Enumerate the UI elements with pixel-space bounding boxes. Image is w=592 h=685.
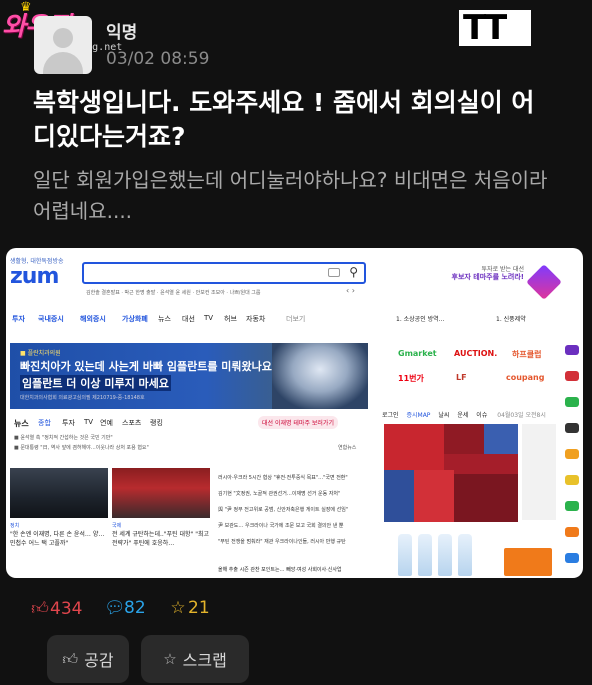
news-caption: 전 세계 규탄하는데.."푸틴 대항" "최고 전략가" 푸틴에 호응하… (112, 531, 210, 547)
stock-tab: 증시MAP (406, 412, 431, 419)
news-list-item: 김기현 "文정권, 노골적 관권선거…이재명 선거 운동 자처" (218, 491, 341, 497)
nav-item: 허브 (224, 315, 237, 323)
market-link: AUCTION. (454, 349, 498, 358)
avatar-head (53, 28, 73, 48)
news-category: 국제 (112, 523, 122, 529)
nav-item: 가상화폐 (122, 315, 148, 323)
news-tab: 스포츠 (122, 419, 142, 427)
news-pill: 대선 이재명 테마주 보러가기 (258, 416, 338, 429)
zum-promo: 투자로 받는 대선 후보자 테마주를 노려라! (418, 260, 568, 304)
news-source: 연합뉴스 (338, 445, 357, 451)
scrap-button-label: 스크랩 (182, 651, 227, 670)
nav-item: 해외증시 (80, 315, 106, 323)
post-date: 03/02 08:59 (106, 49, 210, 69)
news-caption: "한 손엔 이재명, 다른 손 윤석… 양… 민첩수 어느 택 고플까" (10, 531, 105, 547)
news-photo-2 (112, 468, 210, 518)
stock-tab: 이슈 (476, 412, 488, 419)
stock-tabs: 로그인 증시MAP 날씨 운세 이슈 04월03일 오전8시 (382, 410, 546, 419)
banner-line1: 빠진치아가 있는데 사는게 바빠 임플란트를 미뤄왔나요? (20, 360, 279, 373)
brand-logo: TT (459, 8, 531, 48)
comment-count: 82 (124, 598, 146, 618)
thumbs-up-icon: 👍︎ (31, 599, 49, 619)
attached-screenshot[interactable]: 생활형, 대한독점방송 zum ⚲ 김한솔 결혼발표 · 박근 한명 출발 · … (6, 248, 583, 578)
thumbs-up-icon: 👍︎ (62, 649, 79, 668)
star-icon: ☆ (163, 650, 177, 668)
market-link: 11번가 (398, 374, 424, 383)
zum-header: 생활형, 대한독점방송 zum ⚲ 김한솔 결혼발표 · 박근 한명 출발 · … (6, 248, 583, 308)
scrap-button[interactable]: ☆ 스크랩 (141, 635, 249, 683)
stock-map: 로그인 증시MAP 날씨 운세 이슈 04월03일 오전8시 (382, 410, 558, 522)
news-list-item: 與 "尹 정부 전고위로 공범, 신안저축은행 게이트 실장에 선임" (218, 507, 349, 513)
nav-item: 더보기 (286, 315, 306, 323)
market-link: coupang (506, 373, 545, 382)
zum-search-tags: 김한솔 결혼발표 · 박근 한명 출발 · 윤석열 윤 세원 · 안보컨 조모아… (86, 290, 261, 296)
post-title: 복학생입니다. 도와주세요 ! 줌에서 회의실이 어디있다는거죠? (33, 88, 535, 151)
like-button[interactable]: 👍︎ 공감 (47, 635, 129, 683)
news-tab: 랭킹 (150, 419, 163, 427)
zum-logo: zum (10, 264, 59, 289)
product-ad (384, 534, 556, 578)
scrap-stat: ☆ 21 (168, 598, 210, 618)
headline-1: ■ 윤석열 측 "정치적 간섭하는 것은 국민 기만" (14, 435, 113, 441)
side-quicklinks (562, 343, 582, 578)
news-bottom-line: 올해 추출 시즌 관찬 포인트는… 빼앙·여성 사회이사·신사업 (218, 567, 342, 573)
shopping-links: Gmarket AUCTION. 하프클럽 11번가 LF coupang (384, 343, 556, 403)
news-list: 러시아·우크라 5시간 협상 "휴전·전투중식 목표"…"국면 전환" 김기현 … (218, 470, 378, 550)
post-body: 일단 회원가입은했는데 어디눌러야하나요? 비대면은 처음이라 어렵네요.... (33, 168, 548, 223)
comment-stat: 💬︎82 (104, 598, 146, 618)
realtime-rank: 1. 소상공인 방역... (396, 316, 445, 323)
news-tab: 투자 (62, 419, 75, 427)
avatar[interactable] (34, 16, 92, 74)
news-tab: 연예 (100, 419, 113, 427)
stock-tab: 로그인 (382, 412, 399, 419)
news-list-item: 러시아·우크라 5시간 협상 "휴전·전투중식 목표"…"국면 전환" (218, 475, 348, 481)
like-count: 434 (50, 599, 83, 619)
news-category: 정치 (10, 523, 20, 529)
nav-item: 투자 (12, 315, 25, 323)
dental-xray-image (272, 343, 368, 409)
market-link: 하프클럽 (512, 350, 542, 359)
nav-item: 대선 (182, 315, 195, 323)
market-link: Gmarket (398, 349, 437, 358)
banner-line2: 임플란트 더 이상 미루지 마세요 (20, 375, 171, 391)
nav-item: 뉴스 (158, 315, 171, 323)
stock-tab: 운세 (457, 412, 469, 419)
brand-logo-text: TT (463, 8, 507, 48)
news-tab: 종합 (38, 419, 51, 427)
stock-note: 04월03일 오전8시 (497, 412, 546, 419)
like-button-label: 공감 (84, 651, 114, 670)
comment-icon: 💬︎ (104, 598, 126, 618)
news-tab: TV (84, 418, 94, 426)
news-list-item: "푸틴 전쟁을 멈춰라" 재관 우크라이나인들, 러시아 만행 규탄 (218, 539, 346, 545)
headline-bar: ■ 윤석열 측 "정치적 간섭하는 것은 국민 기만" ■ 문대통령 "日, 역… (10, 434, 368, 456)
zum-search-box: ⚲ (82, 262, 366, 284)
stock-tab: 날씨 (438, 412, 450, 419)
like-stat: 👍︎434 (30, 598, 82, 619)
market-link: LF (456, 373, 467, 382)
promo-cube-icon (526, 264, 562, 300)
stock-treemap (384, 424, 518, 522)
star-icon: ☆ (170, 598, 186, 618)
nav-item: TV (204, 314, 214, 322)
chevron-icons: ‹ › (346, 286, 355, 295)
avatar-body (43, 52, 83, 74)
search-icon: ⚲ (349, 265, 358, 279)
promo-line2: 후보자 테마주를 노려라! (451, 273, 524, 281)
news-list-item: 尹 보관도… 우크라이나 국가에 조문 보고 국회 결의안 낸 뿐 (218, 523, 344, 529)
stock-rank: 1. 신풍제약 (496, 316, 526, 323)
author-name[interactable]: 익명 (106, 18, 137, 43)
news-tab: 뉴스 (14, 419, 29, 428)
banner-note: 대한치과의사협회 의료광고심의필 제210719-중-18148호 (20, 395, 145, 401)
stock-side-panel (522, 424, 556, 520)
news-photo-1 (10, 468, 108, 518)
news-tabs: 뉴스 종합 투자 TV 연예 스포츠 랭킹 대선 이재명 테마주 보러가기 (10, 416, 368, 430)
banner-sub: ■ 플란치과의원 (20, 350, 61, 357)
keyboard-icon (328, 268, 340, 277)
nav-item: 국내증시 (38, 315, 64, 323)
scrap-count: 21 (188, 598, 210, 618)
headline-2: ■ 문대통령 "日, 역사 앞에 겸허해야…이웃나라 상처 포용 협요" (14, 445, 149, 451)
nav-item: 자동차 (246, 315, 266, 323)
